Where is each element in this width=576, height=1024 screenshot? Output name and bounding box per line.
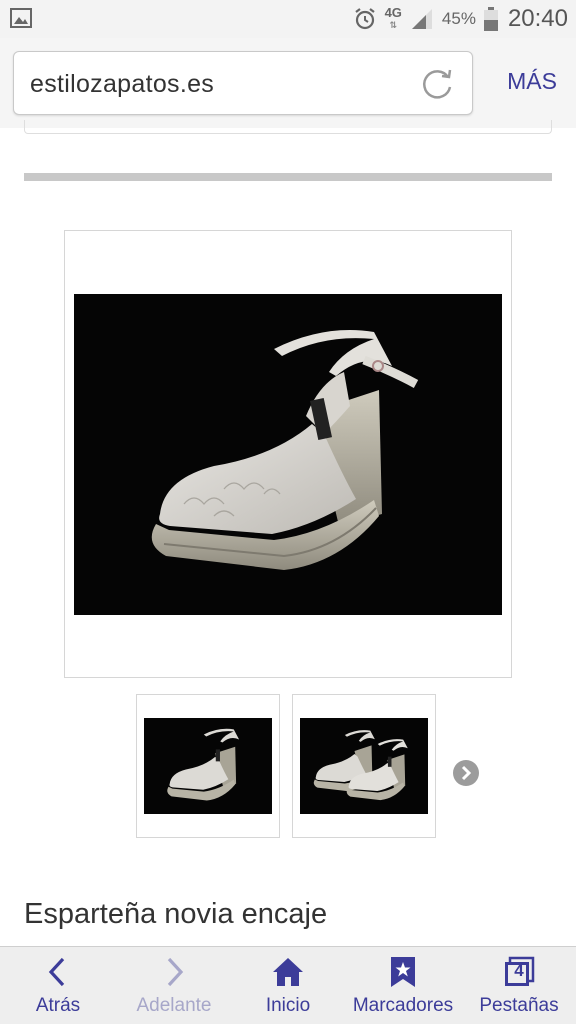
clock: 20:40 [507, 5, 568, 32]
nav-bookmarks-button[interactable]: Marcadores [344, 947, 462, 1024]
signal-icon [411, 9, 432, 29]
thumbnail-2[interactable] [292, 694, 436, 838]
next-arrow-icon[interactable] [452, 759, 480, 787]
browser-toolbar: estilozapatos.es MÁS [0, 38, 576, 128]
nav-home-label: Inicio [265, 995, 311, 1016]
nav-back-label: Atrás [35, 995, 81, 1016]
network-indicator: 4G ⇅ [384, 5, 402, 30]
shoe-photo [74, 294, 502, 615]
product-title: Esparteña novia encaje [24, 898, 328, 930]
status-bar: 4G ⇅ 45% 20:40 [0, 0, 576, 38]
reload-icon[interactable] [418, 65, 456, 103]
nav-back-button[interactable]: Atrás [0, 947, 116, 1024]
shoe-pair-thumbnail-illustration [313, 730, 408, 801]
nav-forward-button[interactable]: Adelante [116, 947, 232, 1024]
nav-home-button[interactable]: Inicio [232, 947, 344, 1024]
collapsed-panel [24, 120, 552, 134]
nav-forward-label: Adelante [136, 995, 212, 1016]
battery-percent: 45% [441, 9, 476, 28]
nav-bookmarks-label: Marcadores [352, 995, 454, 1016]
chevron-left-icon [48, 957, 65, 987]
main-product-image[interactable] [64, 230, 512, 678]
alarm-icon [354, 8, 375, 30]
divider [24, 173, 552, 181]
more-button[interactable]: MÁS [498, 68, 566, 100]
bottom-navigation: Atrás Adelante Inicio Marcadores 4 Pesta… [0, 946, 576, 1024]
shoe-illustration [151, 330, 419, 570]
home-icon [273, 958, 303, 986]
url-text[interactable]: estilozapatos.es [30, 70, 214, 99]
tab-count: 4 [514, 961, 524, 980]
thumbnail-photo-2 [300, 718, 428, 814]
bookmark-star-icon [391, 957, 415, 987]
shoe-thumbnail-illustration [167, 728, 240, 801]
thumbnail-1[interactable] [136, 694, 280, 838]
nav-tabs-label: Pestañas [479, 995, 559, 1016]
url-bar[interactable]: estilozapatos.es [13, 51, 473, 115]
chevron-right-icon [167, 957, 184, 987]
thumbnail-photo-1 [144, 718, 272, 814]
battery-icon [483, 7, 498, 31]
nav-tabs-button[interactable]: 4 Pestañas [462, 947, 576, 1024]
image-icon [10, 8, 32, 28]
